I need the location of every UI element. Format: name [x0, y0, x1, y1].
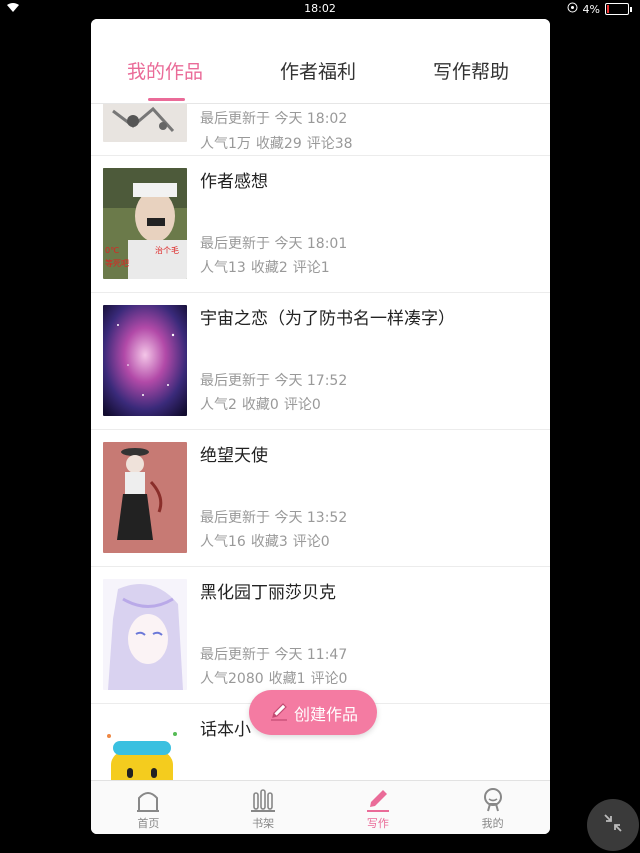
work-item[interactable]: 宇宙之恋（为了防书名一样凑字） 最后更新于 今天 17:52 人气2 收藏0 评论0: [91, 292, 550, 430]
tab-writing-help[interactable]: 写作帮助: [433, 57, 509, 84]
work-cover-image: [103, 579, 187, 690]
work-updated: 最后更新于 今天 17:52: [200, 373, 348, 389]
works-list[interactable]: 最后更新于 今天 18:02 人气1万 收藏29 评论38 0℃ 治个毛等死吧 作者感…: [91, 104, 550, 780]
home-icon: [135, 787, 161, 815]
app-window: 我的作品 作者福利 写作帮助 最后更新于 今天 18:02 人气1万 收藏29 评论…: [91, 19, 550, 834]
status-bar: 18:02 4%: [0, 0, 640, 18]
collapse-button[interactable]: [587, 799, 639, 851]
work-stats: 人气16 收藏3 评论0: [200, 534, 330, 550]
work-cover-image: [103, 104, 187, 142]
tab-bar: 我的作品 作者福利 写作帮助: [91, 19, 550, 104]
pencil-icon: [268, 700, 290, 726]
nav-write[interactable]: 写作: [321, 781, 436, 834]
nav-profile[interactable]: 我的: [435, 781, 550, 834]
work-updated: 最后更新于 今天 13:52: [200, 510, 348, 526]
collapse-arrows-icon: [602, 812, 624, 838]
clock: 18:02: [304, 2, 336, 15]
work-stats: 人气13 收藏2 评论1: [200, 260, 330, 276]
bottom-nav: 首页 书架 写作 我的: [91, 780, 550, 834]
work-stats: 人气1万 收藏29 评论38: [200, 136, 353, 152]
work-item[interactable]: 最后更新于 今天 18:02 人气1万 收藏29 评论38: [91, 104, 550, 156]
work-cover-image: [103, 442, 187, 553]
svg-text:0℃: 0℃: [105, 246, 119, 255]
work-cover-image: [103, 305, 187, 416]
work-title: 作者感想: [200, 172, 268, 192]
orientation-lock-icon: [567, 2, 578, 16]
nav-profile-label: 我的: [481, 817, 504, 830]
nav-bookshelf[interactable]: 书架: [206, 781, 321, 834]
battery-icon: [605, 3, 629, 15]
work-title: 话本小: [200, 720, 251, 740]
create-work-label: 创建作品: [293, 704, 358, 724]
tab-author-benefits[interactable]: 作者福利: [280, 57, 356, 84]
work-item[interactable]: 0℃ 治个毛等死吧 作者感想 最后更新于 今天 18:01 人气13 收藏2 评论1: [91, 155, 550, 293]
bookshelf-icon: [250, 787, 276, 815]
work-title: 宇宙之恋（为了防书名一样凑字）: [200, 309, 455, 329]
work-title: 绝望天使: [200, 446, 268, 466]
battery-percent: 4%: [582, 2, 600, 16]
nav-bookshelf-label: 书架: [252, 817, 275, 830]
profile-icon: [480, 787, 506, 815]
pen-icon: [365, 787, 391, 815]
work-title: 黑化园丁丽莎贝克: [200, 583, 336, 603]
work-updated: 最后更新于 今天 18:01: [200, 236, 348, 252]
work-stats: 人气2 收藏0 评论0: [200, 397, 321, 413]
active-tab-indicator: [148, 98, 185, 101]
work-cover-image: 0℃ 治个毛等死吧: [103, 168, 187, 279]
nav-home[interactable]: 首页: [91, 781, 206, 834]
nav-write-label: 写作: [366, 817, 389, 830]
svg-text:等死吧: 等死吧: [105, 258, 129, 268]
work-item[interactable]: 绝望天使 最后更新于 今天 13:52 人气16 收藏3 评论0: [91, 429, 550, 567]
tab-my-works[interactable]: 我的作品: [127, 57, 203, 84]
work-cover-image: [103, 716, 187, 780]
create-work-button[interactable]: 创建作品: [249, 690, 377, 735]
work-item[interactable]: 黑化园丁丽莎贝克 最后更新于 今天 11:47 人气2080 收藏1 评论0: [91, 566, 550, 704]
work-updated: 最后更新于 今天 11:47: [200, 647, 348, 663]
nav-home-label: 首页: [137, 817, 160, 830]
work-updated: 最后更新于 今天 18:02: [200, 111, 348, 127]
svg-text:治个毛: 治个毛: [155, 245, 179, 255]
work-stats: 人气2080 收藏1 评论0: [200, 671, 348, 687]
